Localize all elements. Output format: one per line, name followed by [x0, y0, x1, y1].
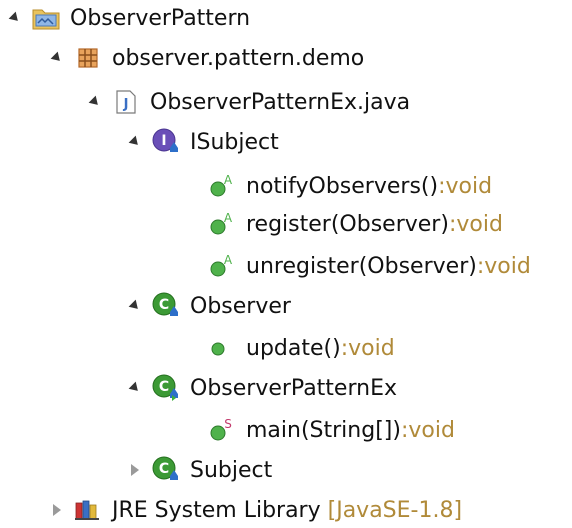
expand-toggle[interactable]: [124, 370, 146, 406]
expand-toggle[interactable]: [124, 288, 146, 324]
package-icon: [74, 44, 102, 72]
type-separator: :: [448, 211, 457, 237]
expand-toggle[interactable]: [4, 0, 26, 36]
tree-item-method-unregister[interactable]: A unregister(Observer) : void: [208, 248, 531, 284]
jre-version: [JavaSE-1.8]: [327, 497, 463, 523]
project-label: ObserverPattern: [70, 5, 251, 31]
return-type: void: [484, 253, 531, 279]
expand-toggle[interactable]: [46, 492, 68, 528]
return-type: void: [445, 173, 493, 199]
package-label: observer.pattern.demo: [112, 45, 365, 71]
tree-item-project[interactable]: ObserverPattern: [4, 0, 250, 36]
svg-text:C: C: [159, 461, 169, 477]
java-file-icon: J: [112, 88, 140, 116]
jre-label: JRE System Library: [112, 497, 321, 523]
observer-pattern-ex-label: ObserverPatternEx: [190, 375, 397, 401]
svg-text:I: I: [161, 133, 166, 149]
tree-item-observer[interactable]: C Observer: [124, 288, 291, 324]
method-name: unregister(Observer): [246, 253, 477, 279]
observer-label: Observer: [190, 293, 291, 319]
method-name: main(String[]): [246, 417, 401, 443]
abstract-method-icon: A: [208, 172, 236, 200]
svg-text:A: A: [224, 173, 233, 187]
class-icon: C: [152, 374, 180, 402]
public-method-icon: [208, 334, 236, 362]
isubject-label: ISubject: [190, 129, 279, 155]
type-separator: :: [340, 335, 349, 361]
class-icon: C: [152, 292, 180, 320]
java-file-label: ObserverPatternEx.java: [150, 89, 411, 115]
svg-text:A: A: [224, 211, 233, 225]
return-type: void: [456, 211, 503, 237]
class-icon: C: [152, 456, 180, 484]
method-name: update(): [246, 335, 341, 361]
method-name: notifyObservers(): [246, 173, 439, 199]
tree-item-isubject[interactable]: I ISubject: [124, 124, 279, 160]
tree-item-observer-pattern-ex[interactable]: C ObserverPatternEx: [124, 370, 397, 406]
type-separator: :: [400, 417, 409, 443]
tree-item-method-register[interactable]: A register(Observer) : void: [208, 206, 503, 242]
expand-toggle[interactable]: [84, 84, 106, 120]
static-method-icon: S: [208, 416, 236, 444]
svg-text:C: C: [159, 297, 169, 313]
tree-item-method-notify-observers[interactable]: A notifyObservers() : void: [208, 168, 492, 204]
svg-text:J: J: [123, 97, 129, 112]
tree-item-jre-library[interactable]: JRE System Library [JavaSE-1.8]: [46, 492, 462, 528]
return-type: void: [348, 335, 395, 361]
svg-text:A: A: [224, 253, 233, 267]
library-icon: [74, 496, 102, 524]
subject-label: Subject: [190, 457, 273, 483]
type-separator: :: [476, 253, 485, 279]
tree-item-subject[interactable]: C Subject: [124, 452, 272, 488]
tree-item-java-file[interactable]: J ObserverPatternEx.java: [84, 84, 410, 120]
tree-item-package[interactable]: observer.pattern.demo: [46, 40, 364, 76]
expand-toggle[interactable]: [124, 124, 146, 160]
method-name: register(Observer): [246, 211, 449, 237]
project-folder-icon: [32, 4, 60, 32]
interface-icon: I: [152, 128, 180, 156]
tree-item-method-update[interactable]: update() : void: [208, 330, 395, 366]
abstract-method-icon: A: [208, 210, 236, 238]
expand-toggle[interactable]: [46, 40, 68, 76]
return-type: void: [408, 417, 455, 443]
abstract-method-icon: A: [208, 252, 236, 280]
svg-text:S: S: [224, 417, 232, 431]
svg-text:C: C: [159, 379, 169, 395]
package-explorer-tree: ObserverPattern observer.pattern.demo J …: [0, 0, 572, 528]
type-separator: :: [438, 173, 446, 199]
expand-toggle[interactable]: [124, 452, 146, 488]
tree-item-method-main[interactable]: S main(String[]) : void: [208, 412, 455, 448]
